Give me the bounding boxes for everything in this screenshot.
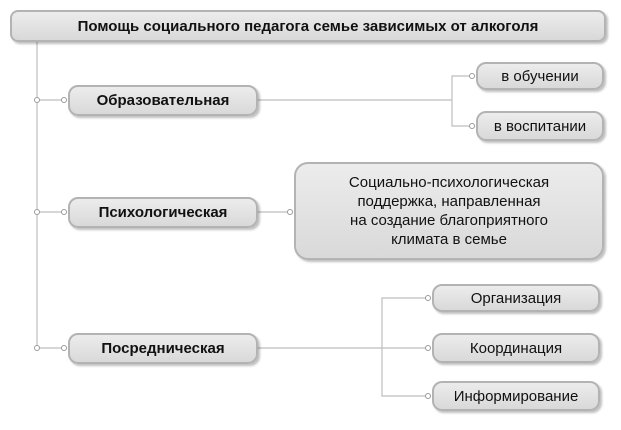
branch-psychological[interactable]: Психологическая <box>68 197 258 228</box>
root-label: Помощь социального педагога семье зависи… <box>77 17 539 35</box>
branch-label: Посредническая <box>101 340 225 357</box>
psychological-support-note[interactable]: Социально-психологическая поддержка, нап… <box>294 162 604 260</box>
note-line: на создание благоприятного <box>350 212 548 229</box>
port-dot <box>425 295 431 301</box>
port-dot <box>61 97 67 103</box>
branch-3-connector <box>258 297 428 397</box>
port-dot <box>469 73 475 79</box>
branch-mediating[interactable]: Посредническая <box>68 333 258 364</box>
root-node[interactable]: Помощь социального педагога семье зависи… <box>10 10 606 42</box>
leaf-coordination[interactable]: Координация <box>432 333 600 363</box>
leaf-label: в воспитании <box>493 117 587 135</box>
branch-1-connector <box>258 75 472 127</box>
port-dot <box>469 123 475 129</box>
leaf-in-learning[interactable]: в обучении <box>476 62 604 90</box>
port-dot <box>61 209 67 215</box>
port-dot <box>34 209 40 215</box>
port-dot <box>425 345 431 351</box>
port-dot <box>34 345 40 351</box>
branch-educational[interactable]: Образовательная <box>68 85 258 116</box>
leaf-organization[interactable]: Организация <box>432 284 600 312</box>
branch-label: Психологическая <box>98 204 228 221</box>
note-line: Социально-психологическая <box>348 174 550 191</box>
leaf-label: в обучении <box>501 67 579 85</box>
leaf-informing[interactable]: Информирование <box>432 381 600 411</box>
note-line: поддержка, направленная <box>357 193 541 210</box>
port-dot <box>425 393 431 399</box>
port-dot <box>287 209 293 215</box>
leaf-in-upbringing[interactable]: в воспитании <box>476 111 604 141</box>
leaf-label: Организация <box>470 289 562 307</box>
leaf-label: Координация <box>469 339 563 357</box>
port-dot <box>34 97 40 103</box>
leaf-label: Информирование <box>453 387 579 405</box>
branch-label: Образовательная <box>96 92 230 109</box>
note-line: климата в семье <box>391 231 507 248</box>
port-dot <box>61 345 67 351</box>
